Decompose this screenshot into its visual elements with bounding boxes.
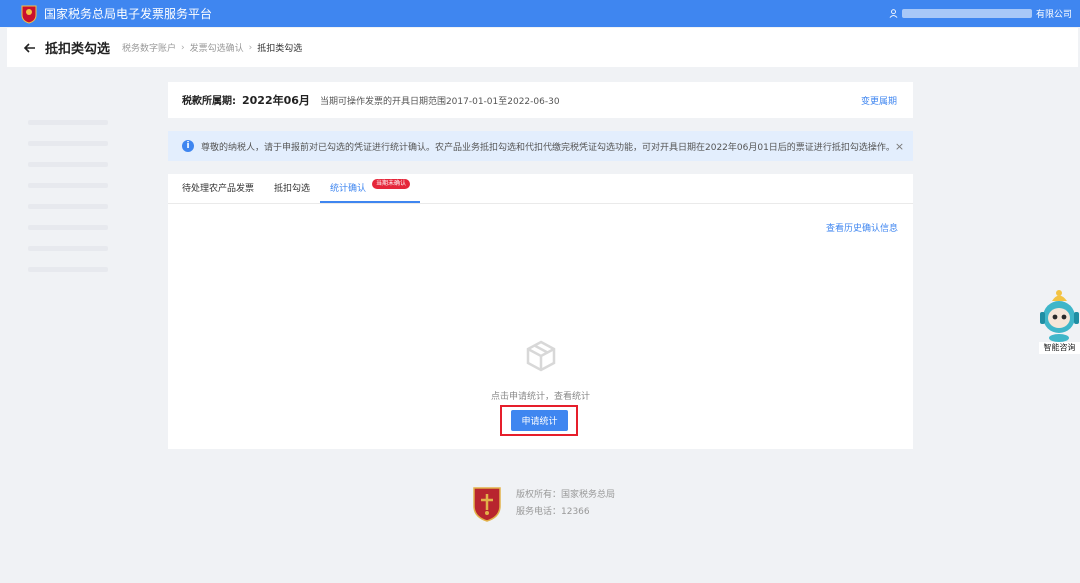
page-header: 抵扣类勾选 税务数字账户 › 发票勾选确认 › 抵扣类勾选	[7, 28, 1078, 67]
breadcrumb-item-current: 抵扣类勾选	[257, 44, 303, 54]
tab-deduction-selection[interactable]: 抵扣勾选	[264, 174, 320, 203]
view-history-link[interactable]: 查看历史确认信息	[826, 221, 898, 234]
page-title: 抵扣类勾选	[45, 42, 111, 57]
tax-bureau-logo-icon	[473, 487, 501, 522]
sidebar-placeholder-line	[28, 225, 108, 230]
top-bar: 国家税务总局电子发票服务平台 有限公司	[0, 0, 1080, 27]
close-icon[interactable]: ×	[895, 140, 904, 153]
apply-statistics-button[interactable]: 申请统计	[511, 410, 568, 431]
chevron-right-icon: ›	[181, 42, 185, 53]
tab-bar: 待处理农产品发票 抵扣勾选 统计确认 当期未确认	[168, 174, 913, 204]
sidebar-placeholder-line	[28, 267, 108, 272]
back-arrow-icon[interactable]	[23, 41, 37, 55]
breadcrumb-item-tax-account[interactable]: 税务数字账户	[122, 41, 176, 54]
status-badge: 当期未确认	[372, 179, 411, 189]
sidebar-placeholder-line	[28, 204, 108, 209]
robot-assistant-icon	[1040, 290, 1079, 342]
chevron-right-icon: ›	[248, 42, 253, 53]
footer-copyright: 版权所有：国家税务总局	[516, 490, 616, 500]
tab-label: 待处理农产品发票	[182, 184, 255, 194]
empty-state: 点击申请统计，查看统计	[168, 339, 913, 402]
tax-period-range: 当期可操作发票的开具日期范围2017-01-01至2022-06-30	[319, 97, 560, 107]
sidebar-placeholder-line	[28, 120, 108, 125]
empty-state-text: 点击申请统计，查看统计	[490, 392, 590, 402]
sidebar-placeholder-line	[28, 246, 108, 251]
user-icon	[889, 9, 898, 18]
sidebar-background	[28, 120, 108, 288]
tab-statistics-confirmation[interactable]: 统计确认 当期未确认	[320, 174, 421, 203]
info-icon: i	[182, 140, 194, 152]
main-panel: 待处理农产品发票 抵扣勾选 统计确认 当期未确认 查看历史确认信息 点击申请统计…	[168, 174, 913, 449]
footer-phone: 服务电话：12366	[516, 507, 590, 517]
sidebar-placeholder-line	[28, 141, 108, 146]
platform-title: 国家税务总局电子发票服务平台	[44, 7, 213, 21]
breadcrumb: 税务数字账户 › 发票勾选确认 › 抵扣类勾选	[122, 41, 303, 55]
smart-consult-widget[interactable]: 智能咨询	[1039, 284, 1080, 356]
brand: 国家税务总局电子发票服务平台	[20, 4, 212, 24]
smart-consult-label[interactable]: 智能咨询	[1039, 342, 1080, 354]
tax-emblem-icon	[20, 4, 38, 24]
notice-text: 尊敬的纳税人，请于申报前对已勾选的凭证进行统计确认。农产品业务抵扣勾选和代扣代缴…	[201, 142, 895, 153]
empty-box-icon	[526, 340, 555, 372]
notice-banner: i 尊敬的纳税人，请于申报前对已勾选的凭证进行统计确认。农产品业务抵扣勾选和代扣…	[168, 131, 913, 161]
user-company-suffix: 有限公司	[1035, 10, 1072, 20]
sidebar-placeholder-line	[28, 162, 108, 167]
tax-period-value: 2022年06月	[242, 94, 310, 107]
breadcrumb-item-invoice-confirm[interactable]: 发票勾选确认	[190, 41, 244, 54]
tax-period-label: 税款所属期:	[182, 96, 236, 107]
sidebar-placeholder-line	[28, 183, 108, 188]
change-period-link[interactable]: 变更属期	[861, 94, 897, 107]
tax-period-card: 税款所属期: 2022年06月 当期可操作发票的开具日期范围2017-01-01…	[168, 82, 913, 118]
user-name-redacted	[901, 9, 1032, 18]
tab-pending-agricultural-invoices[interactable]: 待处理农产品发票	[172, 174, 264, 203]
tab-label: 统计确认	[330, 184, 367, 194]
tab-label: 抵扣勾选	[274, 184, 311, 194]
user-menu[interactable]: 有限公司	[889, 7, 1072, 20]
footer: 版权所有：国家税务总局 服务电话：12366	[472, 486, 615, 522]
